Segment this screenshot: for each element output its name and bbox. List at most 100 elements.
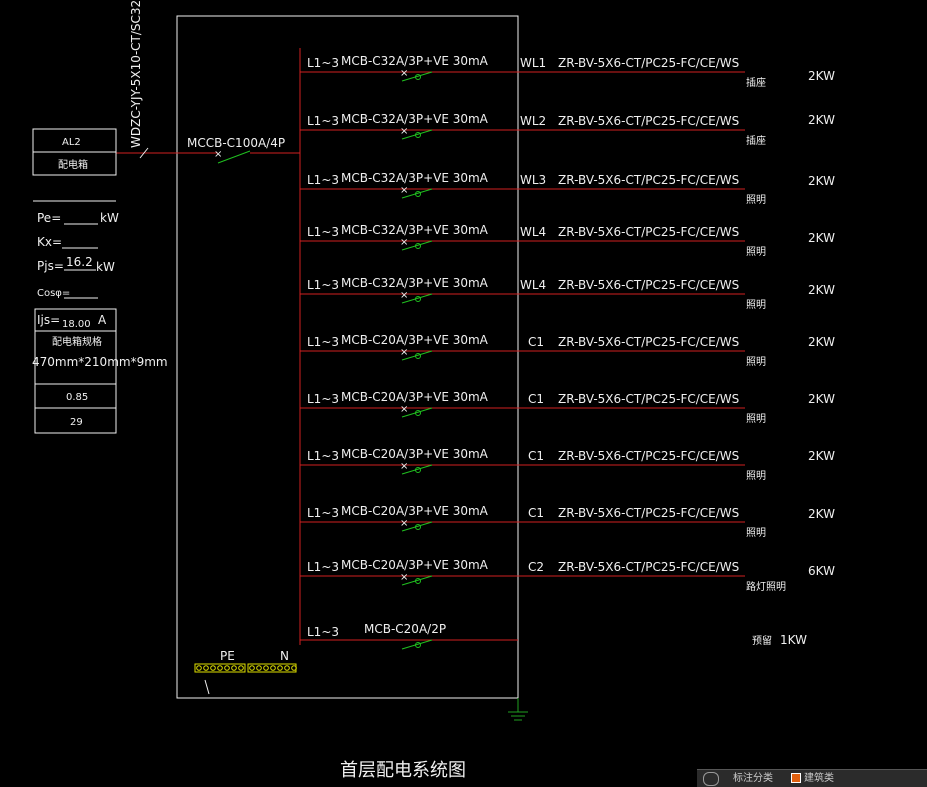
circuit-power-label: 2KW <box>808 231 835 245</box>
pe-terminal <box>224 665 230 671</box>
circuit-phase-label: L1~3 <box>307 560 339 574</box>
circuit-phase-label: L1~3 <box>307 278 339 292</box>
circuit-phase-label: L1~3 <box>307 56 339 70</box>
circuit-power-label: 2KW <box>808 392 835 406</box>
pe-terminal <box>210 665 216 671</box>
pe-drop-line <box>204 679 210 695</box>
pjs-label: Pjs= <box>37 259 64 273</box>
spare-phase-label: L1~3 <box>307 625 339 639</box>
circuit-breaker-label: MCB-C20A/3P+VE 30mA <box>341 447 489 461</box>
main-breaker-x-icon: × <box>214 149 222 160</box>
pe-terminal <box>231 665 237 671</box>
circuit-breaker-x-icon: × <box>400 126 408 137</box>
incoming-cable-label: WDZC-YJY-5X10-CT/SC32 <box>129 0 143 148</box>
pe-label: Pe= <box>37 211 61 225</box>
drawing-canvas[interactable]: WDZC-YJY-5X10-CT/SC32 MCCB-C100A/4P × L1… <box>0 0 927 787</box>
circuit-breaker-label: MCB-C32A/3P+VE 30mA <box>341 276 489 290</box>
circuit-id-label: WL1 <box>520 56 546 70</box>
circuit-breaker-x-icon: × <box>400 572 408 583</box>
circuit-id-label: C1 <box>528 449 544 463</box>
circuit-phase-label: L1~3 <box>307 225 339 239</box>
circuit-breaker-label: MCB-C20A/3P+VE 30mA <box>341 558 489 572</box>
circuit-phase-label: L1~3 <box>307 173 339 187</box>
calc-row3-value: 0.85 <box>66 392 88 403</box>
n-terminal <box>270 665 276 671</box>
toolbar-annotation-category[interactable]: 标注分类 <box>733 771 773 786</box>
pe-unit: kW <box>100 211 119 225</box>
n-terminal <box>263 665 269 671</box>
cos-label: Cosφ= <box>37 288 70 299</box>
main-breaker-contact <box>217 150 251 164</box>
color-swatch-icon <box>791 773 801 783</box>
circuit-cable-label: ZR-BV-5X6-CT/PC25-FC/CE/WS <box>558 114 739 128</box>
circuit-use-label: 照明 <box>746 527 766 539</box>
ijs-unit: A <box>98 313 107 327</box>
circuit-breaker-label: MCB-C32A/3P+VE 30mA <box>341 171 489 185</box>
n-terminal <box>249 665 255 671</box>
circuit-phase-label: L1~3 <box>307 335 339 349</box>
spare-power-label: 1KW <box>780 633 807 647</box>
terminal-dots <box>196 665 297 671</box>
circuit-breaker-x-icon: × <box>400 347 408 358</box>
circuit-breaker-x-icon: × <box>400 68 408 79</box>
n-bar-label: N <box>280 649 289 663</box>
pe-terminal <box>196 665 202 671</box>
n-terminal <box>256 665 262 671</box>
circuit-power-label: 2KW <box>808 113 835 127</box>
circuit-phase-label: L1~3 <box>307 506 339 520</box>
circuit-breaker-x-icon: × <box>400 290 408 301</box>
circuit-breaker-x-icon: × <box>400 461 408 472</box>
kx-label: Kx= <box>37 235 62 249</box>
ijs-value: 18.00 <box>62 319 91 330</box>
circuit-power-label: 2KW <box>808 174 835 188</box>
circuit-use-label: 插座 <box>746 76 766 89</box>
circuit-rows: L1~3 MCB-C32A/3P+VE 30mA×WL1 ZR-BV-5X6-CT/… <box>300 54 835 593</box>
circuit-use-label: 路灯照明 <box>746 580 786 593</box>
ground-icon <box>508 711 528 721</box>
panel-id: AL2 <box>62 137 81 148</box>
pjs-value: 16.2 <box>66 255 93 269</box>
circuit-id-label: C1 <box>528 392 544 406</box>
circuit-cable-label: ZR-BV-5X6-CT/PC25-FC/CE/WS <box>558 225 739 239</box>
box-size-label: 配电箱规格 <box>52 335 102 348</box>
circuit-id-label: WL4 <box>520 225 546 239</box>
status-toolbar: 标注分类 建筑类 <box>697 769 927 787</box>
circuit-use-label: 照明 <box>746 470 766 482</box>
circuit-use-label: 照明 <box>746 413 766 425</box>
n-terminal <box>277 665 283 671</box>
toolbar-architecture-category[interactable]: 建筑类 <box>791 771 834 786</box>
circuit-cable-label: ZR-BV-5X6-CT/PC25-FC/CE/WS <box>558 449 739 463</box>
circuit-cable-label: ZR-BV-5X6-CT/PC25-FC/CE/WS <box>558 56 739 70</box>
circuit-id-label: WL2 <box>520 114 546 128</box>
pe-bar-label: PE <box>220 649 235 663</box>
circuit-breaker-label: MCB-C20A/3P+VE 30mA <box>341 333 489 347</box>
circuit-phase-label: L1~3 <box>307 392 339 406</box>
pe-terminal <box>238 665 244 671</box>
circuit-use-label: 照明 <box>746 299 766 311</box>
ijs-label: Ijs= <box>37 313 60 327</box>
pjs-unit: kW <box>96 260 115 274</box>
n-terminal <box>284 665 290 671</box>
circuit-id-label: WL4 <box>520 278 546 292</box>
box-size-value: 470mm*210mm*9mm <box>32 355 168 369</box>
circuit-breaker-label: MCB-C32A/3P+VE 30mA <box>341 54 489 68</box>
circuit-cable-label: ZR-BV-5X6-CT/PC25-FC/CE/WS <box>558 335 739 349</box>
circuit-cable-label: ZR-BV-5X6-CT/PC25-FC/CE/WS <box>558 506 739 520</box>
toolbar-architecture-label: 建筑类 <box>804 773 834 784</box>
circuit-power-label: 2KW <box>808 449 835 463</box>
circuit-cable-label: ZR-BV-5X6-CT/PC25-FC/CE/WS <box>558 392 739 406</box>
circuit-breaker-x-icon: × <box>400 404 408 415</box>
circuit-breaker-x-icon: × <box>400 185 408 196</box>
circuit-id-label: C1 <box>528 335 544 349</box>
circuit-cable-label: ZR-BV-5X6-CT/PC25-FC/CE/WS <box>558 560 739 574</box>
circuit-power-label: 6KW <box>808 564 835 578</box>
pe-terminal <box>217 665 223 671</box>
circuit-id-label: WL3 <box>520 173 546 187</box>
circuit-use-label: 照明 <box>746 194 766 206</box>
circuit-phase-label: L1~3 <box>307 449 339 463</box>
annotation-icon[interactable] <box>703 772 719 786</box>
circuit-use-label: 照明 <box>746 356 766 368</box>
circuit-id-label: C2 <box>528 560 544 574</box>
circuit-power-label: 2KW <box>808 335 835 349</box>
circuit-power-label: 2KW <box>808 507 835 521</box>
